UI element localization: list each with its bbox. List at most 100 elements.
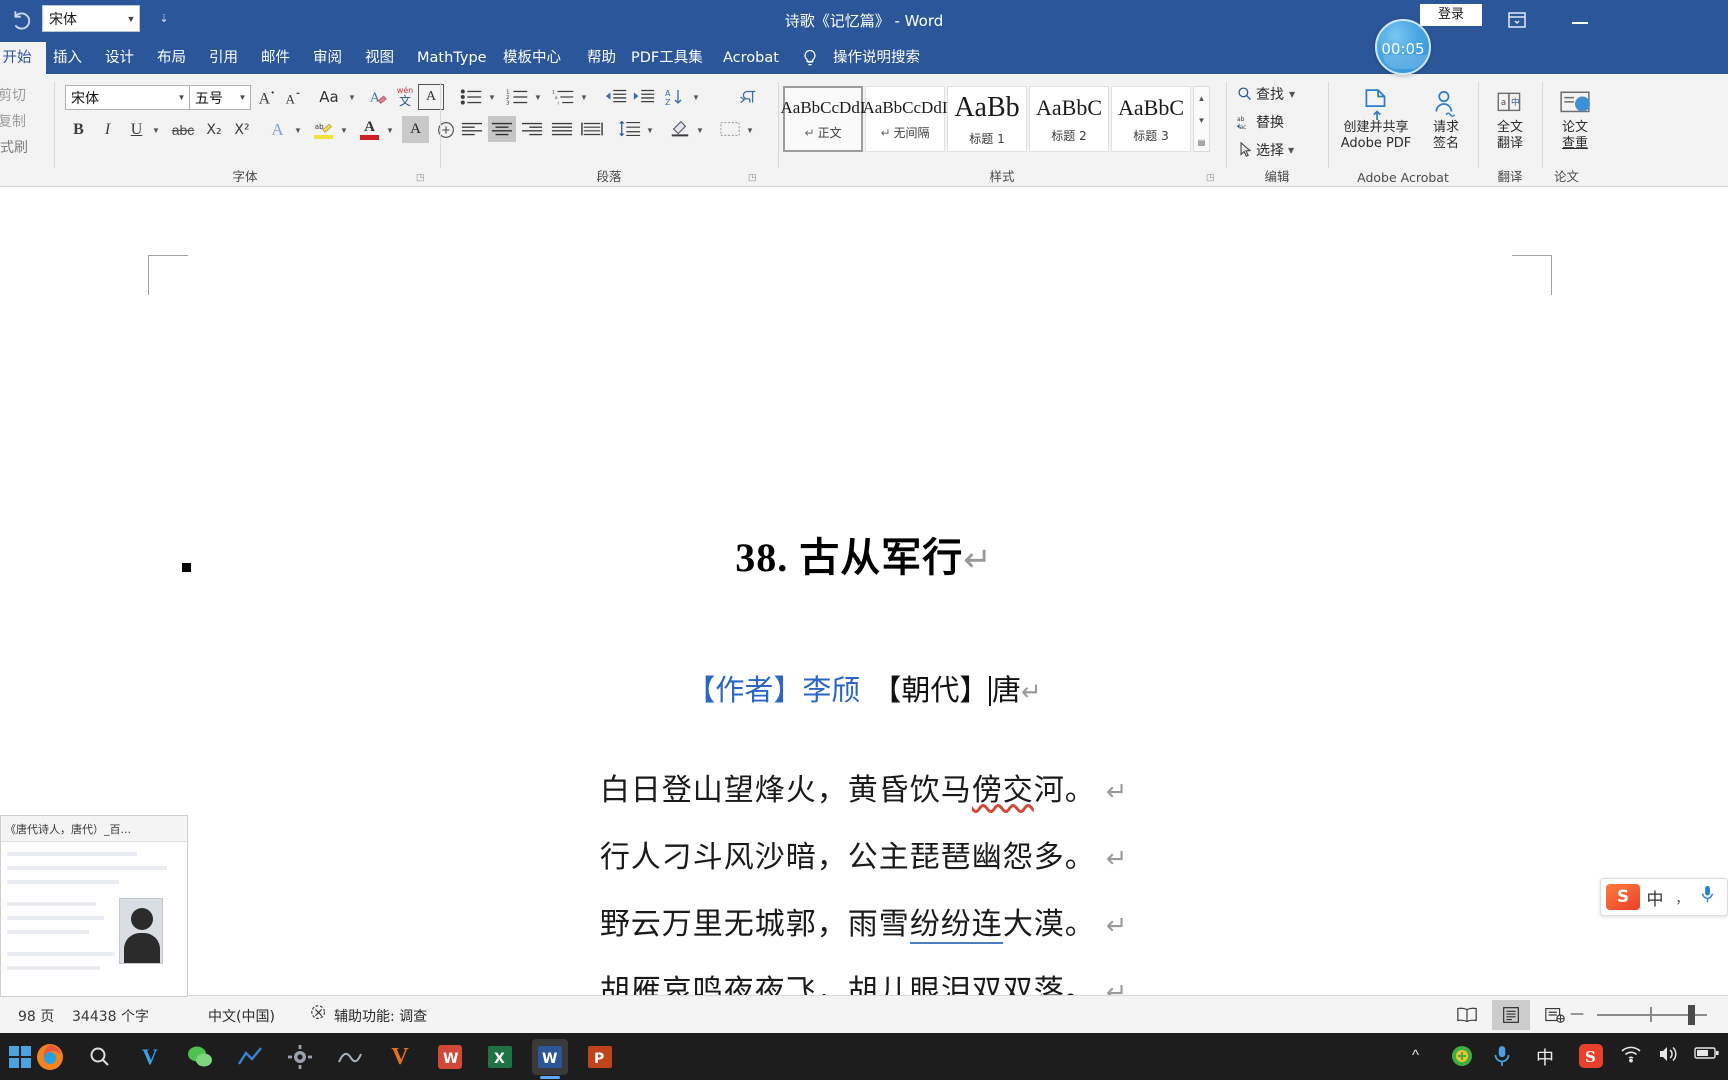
tab-references[interactable]: 引用 [198, 42, 249, 74]
create-share-pdf-button[interactable]: 创建并共享 Adobe PDF [1334, 86, 1418, 152]
chevron-down-icon[interactable]: ▼ [646, 126, 654, 135]
sogou-logo-icon[interactable]: S [1606, 884, 1640, 910]
underline-button[interactable]: U [123, 116, 150, 143]
read-mode-button[interactable] [1448, 1000, 1486, 1030]
borders-icon[interactable] [716, 116, 744, 142]
format-painter-button[interactable]: 格式刷 [0, 136, 48, 158]
ime-floating-bar[interactable]: S 中 ， [1600, 878, 1728, 916]
security-shield-icon[interactable] [1450, 1044, 1474, 1073]
tab-design[interactable]: 设计 [94, 42, 145, 74]
clear-formatting-icon[interactable]: A [366, 84, 392, 110]
chart-app-icon[interactable] [232, 1039, 268, 1075]
chevron-down-icon[interactable]: ▼ [1289, 90, 1295, 99]
superscript-button[interactable]: X² [228, 116, 256, 143]
excel-icon[interactable]: X [482, 1039, 518, 1075]
screen-recorder-timer[interactable]: 00:05 [1375, 19, 1431, 75]
request-signature-button[interactable]: 请求 签名 [1420, 86, 1472, 152]
sort-icon[interactable]: A Z [662, 84, 690, 110]
distribute-icon[interactable] [578, 116, 606, 142]
tab-review[interactable]: 审阅 [302, 42, 353, 74]
styles-dialog-launcher[interactable]: ◳ [1206, 172, 1218, 184]
decrease-indent-icon[interactable] [602, 84, 630, 110]
tab-pdf-tools[interactable]: PDF工具集 [620, 42, 714, 74]
wechat-icon[interactable] [182, 1039, 218, 1075]
chevron-down-icon[interactable]: ▼ [746, 126, 754, 135]
zoom-slider-thumb[interactable] [1688, 1005, 1695, 1025]
ime-chinese-indicator[interactable]: 中 [1536, 1044, 1554, 1070]
battery-icon[interactable] [1694, 1046, 1720, 1065]
character-shading-icon[interactable]: A [402, 116, 429, 143]
sogou-tray-icon[interactable]: S [1578, 1043, 1604, 1074]
chevron-down-icon[interactable]: ▼ [488, 93, 496, 102]
thesis-check-button[interactable]: 论文 查重 [1548, 86, 1602, 152]
select-button[interactable]: 选择 ▼ [1234, 138, 1320, 162]
tab-acrobat[interactable]: Acrobat [712, 42, 790, 74]
ime-punctuation-toggle[interactable]: ， [1670, 888, 1694, 907]
gallery-more-icon[interactable]: ▤ [1194, 131, 1209, 153]
increase-indent-icon[interactable] [630, 84, 658, 110]
language-indicator[interactable]: 中文(中国) [208, 1006, 275, 1026]
numbering-icon[interactable]: 1 2 3 [504, 84, 532, 110]
replace-button[interactable]: ab ac 替换 [1234, 110, 1320, 134]
paragraph-dialog-launcher[interactable]: ◳ [748, 172, 760, 184]
chevron-down-icon[interactable]: ▼ [294, 126, 302, 135]
chevron-down-icon[interactable]: ▼ [152, 126, 160, 135]
style-item-heading-2[interactable]: AaBbC 标题 2 [1029, 86, 1109, 152]
word-icon[interactable]: W [532, 1039, 568, 1079]
tab-mailings[interactable]: 邮件 [250, 42, 301, 74]
tab-layout[interactable]: 布局 [146, 42, 197, 74]
justify-icon[interactable] [548, 116, 576, 142]
show-formatting-marks-icon[interactable] [734, 84, 762, 110]
minimize-button[interactable] [1560, 8, 1600, 34]
bullets-icon[interactable] [458, 84, 486, 110]
word-count[interactable]: 34438 个字 [72, 1006, 149, 1026]
chevron-down-icon[interactable]: ▼ [696, 126, 704, 135]
sign-in-button[interactable]: 登录 [1420, 4, 1482, 26]
shading-icon[interactable] [666, 116, 694, 142]
v-app-icon[interactable]: V [132, 1039, 168, 1075]
browser-preview-thumbnail[interactable]: 《唐代诗人，唐代）_百... [0, 815, 188, 997]
tab-tell-me-search[interactable]: 操作说明搜索 [822, 42, 931, 74]
ime-mode-toggle[interactable]: 中 [1640, 885, 1670, 910]
style-item-heading-3[interactable]: AaBbC 标题 3 [1111, 86, 1191, 152]
align-left-icon[interactable] [458, 116, 486, 142]
change-case-icon[interactable]: Aa [314, 84, 344, 110]
settings-app-icon[interactable] [282, 1039, 318, 1075]
v-orange-icon[interactable]: V [382, 1039, 418, 1075]
tab-mathtype[interactable]: MathType [406, 42, 498, 74]
zoom-out-button[interactable]: — [1570, 1006, 1584, 1022]
web-layout-button[interactable] [1536, 1000, 1574, 1030]
wps-writer-icon[interactable]: W [432, 1039, 468, 1075]
chevron-down-icon[interactable]: ▼ [386, 126, 394, 135]
cut-button[interactable]: 剪切 [0, 84, 48, 106]
font-size-combo[interactable]: 五号 ▼ [189, 85, 251, 110]
styles-gallery-scroll[interactable]: ▲ ▼ ▤ [1193, 86, 1210, 152]
line-spacing-icon[interactable] [616, 116, 644, 142]
chevron-down-icon[interactable]: ▼ [1288, 146, 1294, 155]
multilevel-list-icon[interactable]: 1 a i [550, 84, 578, 110]
chevron-down-icon[interactable]: ▼ [534, 93, 542, 102]
phonetic-guide-icon[interactable]: wén 文 [392, 84, 418, 110]
style-item-no-spacing[interactable]: AaBbCcDdI ↵ 无间隔 [863, 86, 948, 152]
volume-icon[interactable] [1658, 1045, 1680, 1068]
shrink-font-icon[interactable]: A [280, 84, 306, 110]
highlight-color-icon[interactable]: ab [310, 116, 337, 143]
bold-button[interactable]: B [65, 116, 92, 143]
chevron-down-icon[interactable]: ▼ [580, 93, 588, 102]
tray-expand-icon[interactable]: ^ [1412, 1047, 1419, 1064]
subscript-button[interactable]: X₂ [200, 116, 228, 143]
tab-view[interactable]: 视图 [354, 42, 405, 74]
font-name-combo[interactable]: 宋体 ▼ [65, 85, 190, 110]
wifi-icon[interactable] [1620, 1045, 1642, 1068]
search-icon[interactable] [82, 1039, 118, 1075]
font-color-icon[interactable]: A [356, 116, 383, 143]
tab-insert[interactable]: 插入 [42, 42, 93, 74]
document-page[interactable]: 38. 古从军行↵ 【作者】李颀 【朝代】 唐↵ 白日登山望烽火，黄昏饮马傍交河。 ↵… [0, 187, 1728, 995]
tab-template-center[interactable]: 模板中心 [492, 42, 572, 74]
grow-font-icon[interactable]: A [254, 84, 280, 110]
tab-home[interactable]: 开始 [0, 42, 46, 74]
accessibility-status[interactable]: 辅助功能: 调查 [334, 1006, 427, 1026]
font-dialog-launcher[interactable]: ◳ [416, 172, 428, 184]
microphone-icon[interactable] [1694, 885, 1720, 909]
gallery-scroll-down-icon[interactable]: ▼ [1194, 109, 1209, 131]
